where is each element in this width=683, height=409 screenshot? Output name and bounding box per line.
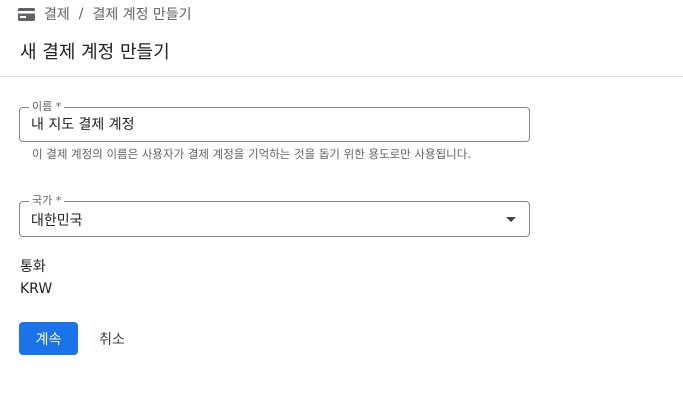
name-input[interactable] bbox=[31, 116, 511, 132]
dropdown-arrow-icon bbox=[506, 217, 516, 222]
breadcrumb: 결제 / 결제 계정 만들기 bbox=[18, 4, 192, 24]
breadcrumb-billing-link[interactable]: 결제 bbox=[44, 4, 70, 24]
breadcrumb-separator: / bbox=[78, 6, 84, 22]
header-divider bbox=[0, 76, 683, 77]
currency-label: 통화 bbox=[20, 259, 46, 275]
name-field[interactable]: 이름 * bbox=[19, 100, 530, 142]
country-selected-value: 대한민국 bbox=[31, 213, 83, 229]
cancel-button[interactable]: 취소 bbox=[88, 322, 136, 355]
country-select[interactable]: 국가 * 대한민국 bbox=[19, 194, 530, 237]
continue-button[interactable]: 계속 bbox=[19, 322, 78, 355]
breadcrumb-current: 결제 계정 만들기 bbox=[92, 7, 192, 23]
currency-value: KRW bbox=[20, 281, 53, 297]
name-hint-text: 이 결제 계정의 이름은 사용자가 결제 계정을 기억하는 것을 돕기 위한 용… bbox=[32, 147, 471, 161]
country-field-label: 국가 * bbox=[29, 194, 65, 208]
name-field-label: 이름 * bbox=[29, 100, 65, 114]
page-title: 새 결제 계정 만들기 bbox=[20, 42, 170, 63]
billing-card-icon bbox=[18, 7, 35, 21]
